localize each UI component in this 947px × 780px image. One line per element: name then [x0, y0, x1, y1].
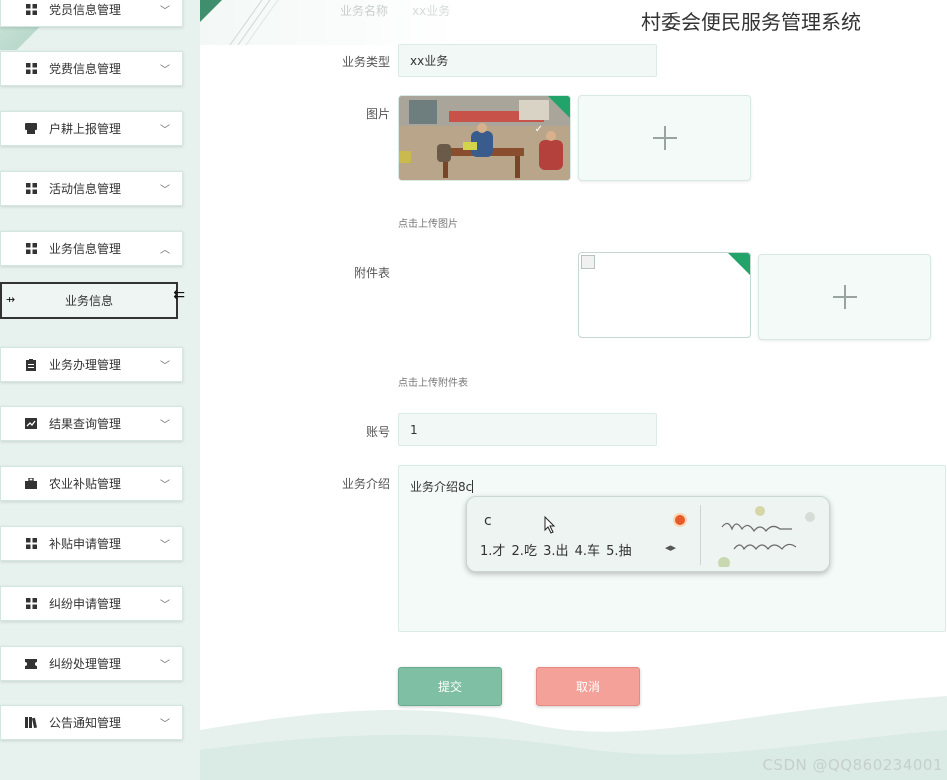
sidebar-item-agri-subsidy[interactable]: 农业补贴管理 ﹀	[0, 466, 183, 501]
clipboard-icon	[25, 358, 37, 371]
chevron-down-icon: ﹀	[160, 125, 170, 136]
chevron-down-icon: ﹀	[160, 361, 170, 372]
attachment-label: 附件表	[353, 266, 390, 280]
uploaded-attachment-thumbnail[interactable]	[578, 252, 751, 338]
sidebar-item-party-fee[interactable]: 党费信息管理 ﹀	[0, 51, 183, 86]
plus-icon	[652, 126, 677, 150]
chevron-down-icon: ﹀	[160, 719, 170, 730]
image-upload-button[interactable]	[578, 95, 751, 181]
text-caret	[472, 480, 474, 493]
sidebar-item-dispute-apply[interactable]: 纠纷申请管理 ﹀	[0, 586, 183, 621]
sidebar-item-dispute-handle[interactable]: 纠纷处理管理 ﹀	[0, 646, 183, 681]
check-icon: ✓	[534, 124, 543, 135]
chevron-down-icon: ﹀	[160, 660, 170, 671]
chart-icon	[25, 418, 37, 430]
sidebar-item-label: 活动信息管理	[49, 182, 122, 196]
sidebar-item-subsidy-apply[interactable]: 补贴申请管理 ﹀	[0, 526, 183, 561]
attachment-upload-button[interactable]	[758, 254, 931, 340]
account-input[interactable]: 1	[398, 413, 657, 446]
chevron-down-icon: ﹀	[160, 420, 170, 431]
sidebar-item-label: 纠纷处理管理	[49, 657, 122, 671]
app-window: 党员信息管理 ﹀ 党费信息管理 ﹀ 户耕上报管理 ﹀ 活动信息管理 ﹀ 业务信息…	[0, 0, 947, 780]
business-type-label: 业务类型	[341, 55, 390, 69]
chevron-down-icon: ﹀	[160, 480, 170, 491]
sidebar-subitem-label: 业务信息	[64, 294, 113, 308]
grid-icon	[25, 4, 37, 16]
arrow-left-right-icon: ⇇	[173, 287, 185, 303]
main-content: 业务名称 xx业务 村委会便民服务管理系统 业务类型 xx业务 图片 ✓ 点击上…	[200, 0, 947, 780]
plus-icon	[832, 285, 857, 309]
watermark: CSDN @QQ860234001	[762, 756, 943, 774]
grid-icon	[25, 183, 37, 195]
sidebar-item-business-info[interactable]: 业务信息管理 ︿	[0, 231, 183, 266]
grid-icon	[25, 538, 37, 550]
mouse-cursor-icon	[544, 516, 556, 534]
image-label: 图片	[365, 107, 390, 121]
arrow-left-right-icon: ⇸	[6, 293, 16, 306]
sidebar-item-label: 党费信息管理	[49, 62, 122, 76]
sidebar-item-label: 业务办理管理	[49, 358, 122, 372]
sidebar-item-label: 业务信息管理	[49, 242, 122, 256]
intro-text: 业务介绍8c	[410, 480, 473, 494]
sidebar-subitem-business-info[interactable]: ⇸ 业务信息 ⇇	[0, 282, 185, 319]
business-type-input[interactable]: xx业务	[398, 44, 657, 77]
library-icon	[25, 717, 37, 729]
ime-candidate-window: c 1.才 2.吃 3.出 4.车 5.抽 ◂▸	[466, 496, 830, 572]
scrolled-field-value: xx业务	[412, 4, 451, 18]
account-label: 账号	[365, 425, 390, 439]
decorative-lines	[200, 0, 279, 45]
chevron-down-icon: ﹀	[160, 185, 170, 196]
app-title: 村委会便民服务管理系统	[641, 10, 861, 34]
scrolled-field-label: 业务名称	[340, 4, 389, 18]
ime-divider	[700, 505, 701, 565]
uploaded-corner-badge	[728, 253, 750, 275]
sidebar-item-label: 结果查询管理	[49, 417, 122, 431]
sidebar-item-result-query[interactable]: 结果查询管理 ﹀	[0, 406, 183, 441]
chevron-down-icon: ﹀	[160, 6, 170, 17]
grid-icon	[25, 243, 37, 255]
briefcase-icon	[25, 478, 37, 490]
ime-handwriting-icon[interactable]	[712, 503, 822, 567]
ime-page-arrows-icon[interactable]: ◂▸	[665, 541, 676, 554]
grid-icon	[25, 598, 37, 610]
sidebar-item-label: 公告通知管理	[49, 716, 122, 730]
chevron-down-icon: ﹀	[160, 540, 170, 551]
sidebar-item-label: 户耕上报管理	[49, 122, 122, 136]
sidebar-item-activity[interactable]: 活动信息管理 ﹀	[0, 171, 183, 206]
sidebar-item-announcement[interactable]: 公告通知管理 ﹀	[0, 705, 183, 740]
intro-label: 业务介绍	[341, 477, 390, 491]
ime-logo-icon[interactable]	[673, 513, 687, 527]
sidebar-item-label: 纠纷申请管理	[49, 597, 122, 611]
ticket-icon	[25, 658, 37, 670]
uploaded-corner-badge	[548, 96, 570, 118]
chevron-up-icon: ︿	[160, 245, 170, 256]
image-upload-hint: 点击上传图片	[398, 219, 458, 230]
sidebar-item-party-member[interactable]: 党员信息管理 ﹀	[0, 0, 183, 27]
chevron-down-icon: ﹀	[160, 65, 170, 76]
broken-image-icon	[581, 255, 595, 269]
uploaded-image-thumbnail[interactable]: ✓	[398, 95, 571, 181]
attachment-upload-hint: 点击上传附件表	[398, 378, 468, 389]
sidebar-item-business-handle[interactable]: 业务办理管理 ﹀	[0, 347, 183, 382]
sidebar-item-label: 农业补贴管理	[49, 477, 122, 491]
sidebar-item-label: 补贴申请管理	[49, 537, 122, 551]
sidebar-item-farmland-report[interactable]: 户耕上报管理 ﹀	[0, 111, 183, 146]
sidebar-item-label: 党员信息管理	[49, 3, 122, 17]
grid-icon	[25, 63, 37, 75]
sidebar: 党员信息管理 ﹀ 党费信息管理 ﹀ 户耕上报管理 ﹀ 活动信息管理 ﹀ 业务信息…	[0, 0, 200, 780]
ime-composition: c	[484, 513, 492, 529]
chevron-down-icon: ﹀	[160, 600, 170, 611]
printer-icon	[25, 123, 37, 135]
ime-candidates[interactable]: 1.才 2.吃 3.出 4.车 5.抽	[480, 540, 632, 559]
uploaded-photo	[399, 96, 570, 180]
